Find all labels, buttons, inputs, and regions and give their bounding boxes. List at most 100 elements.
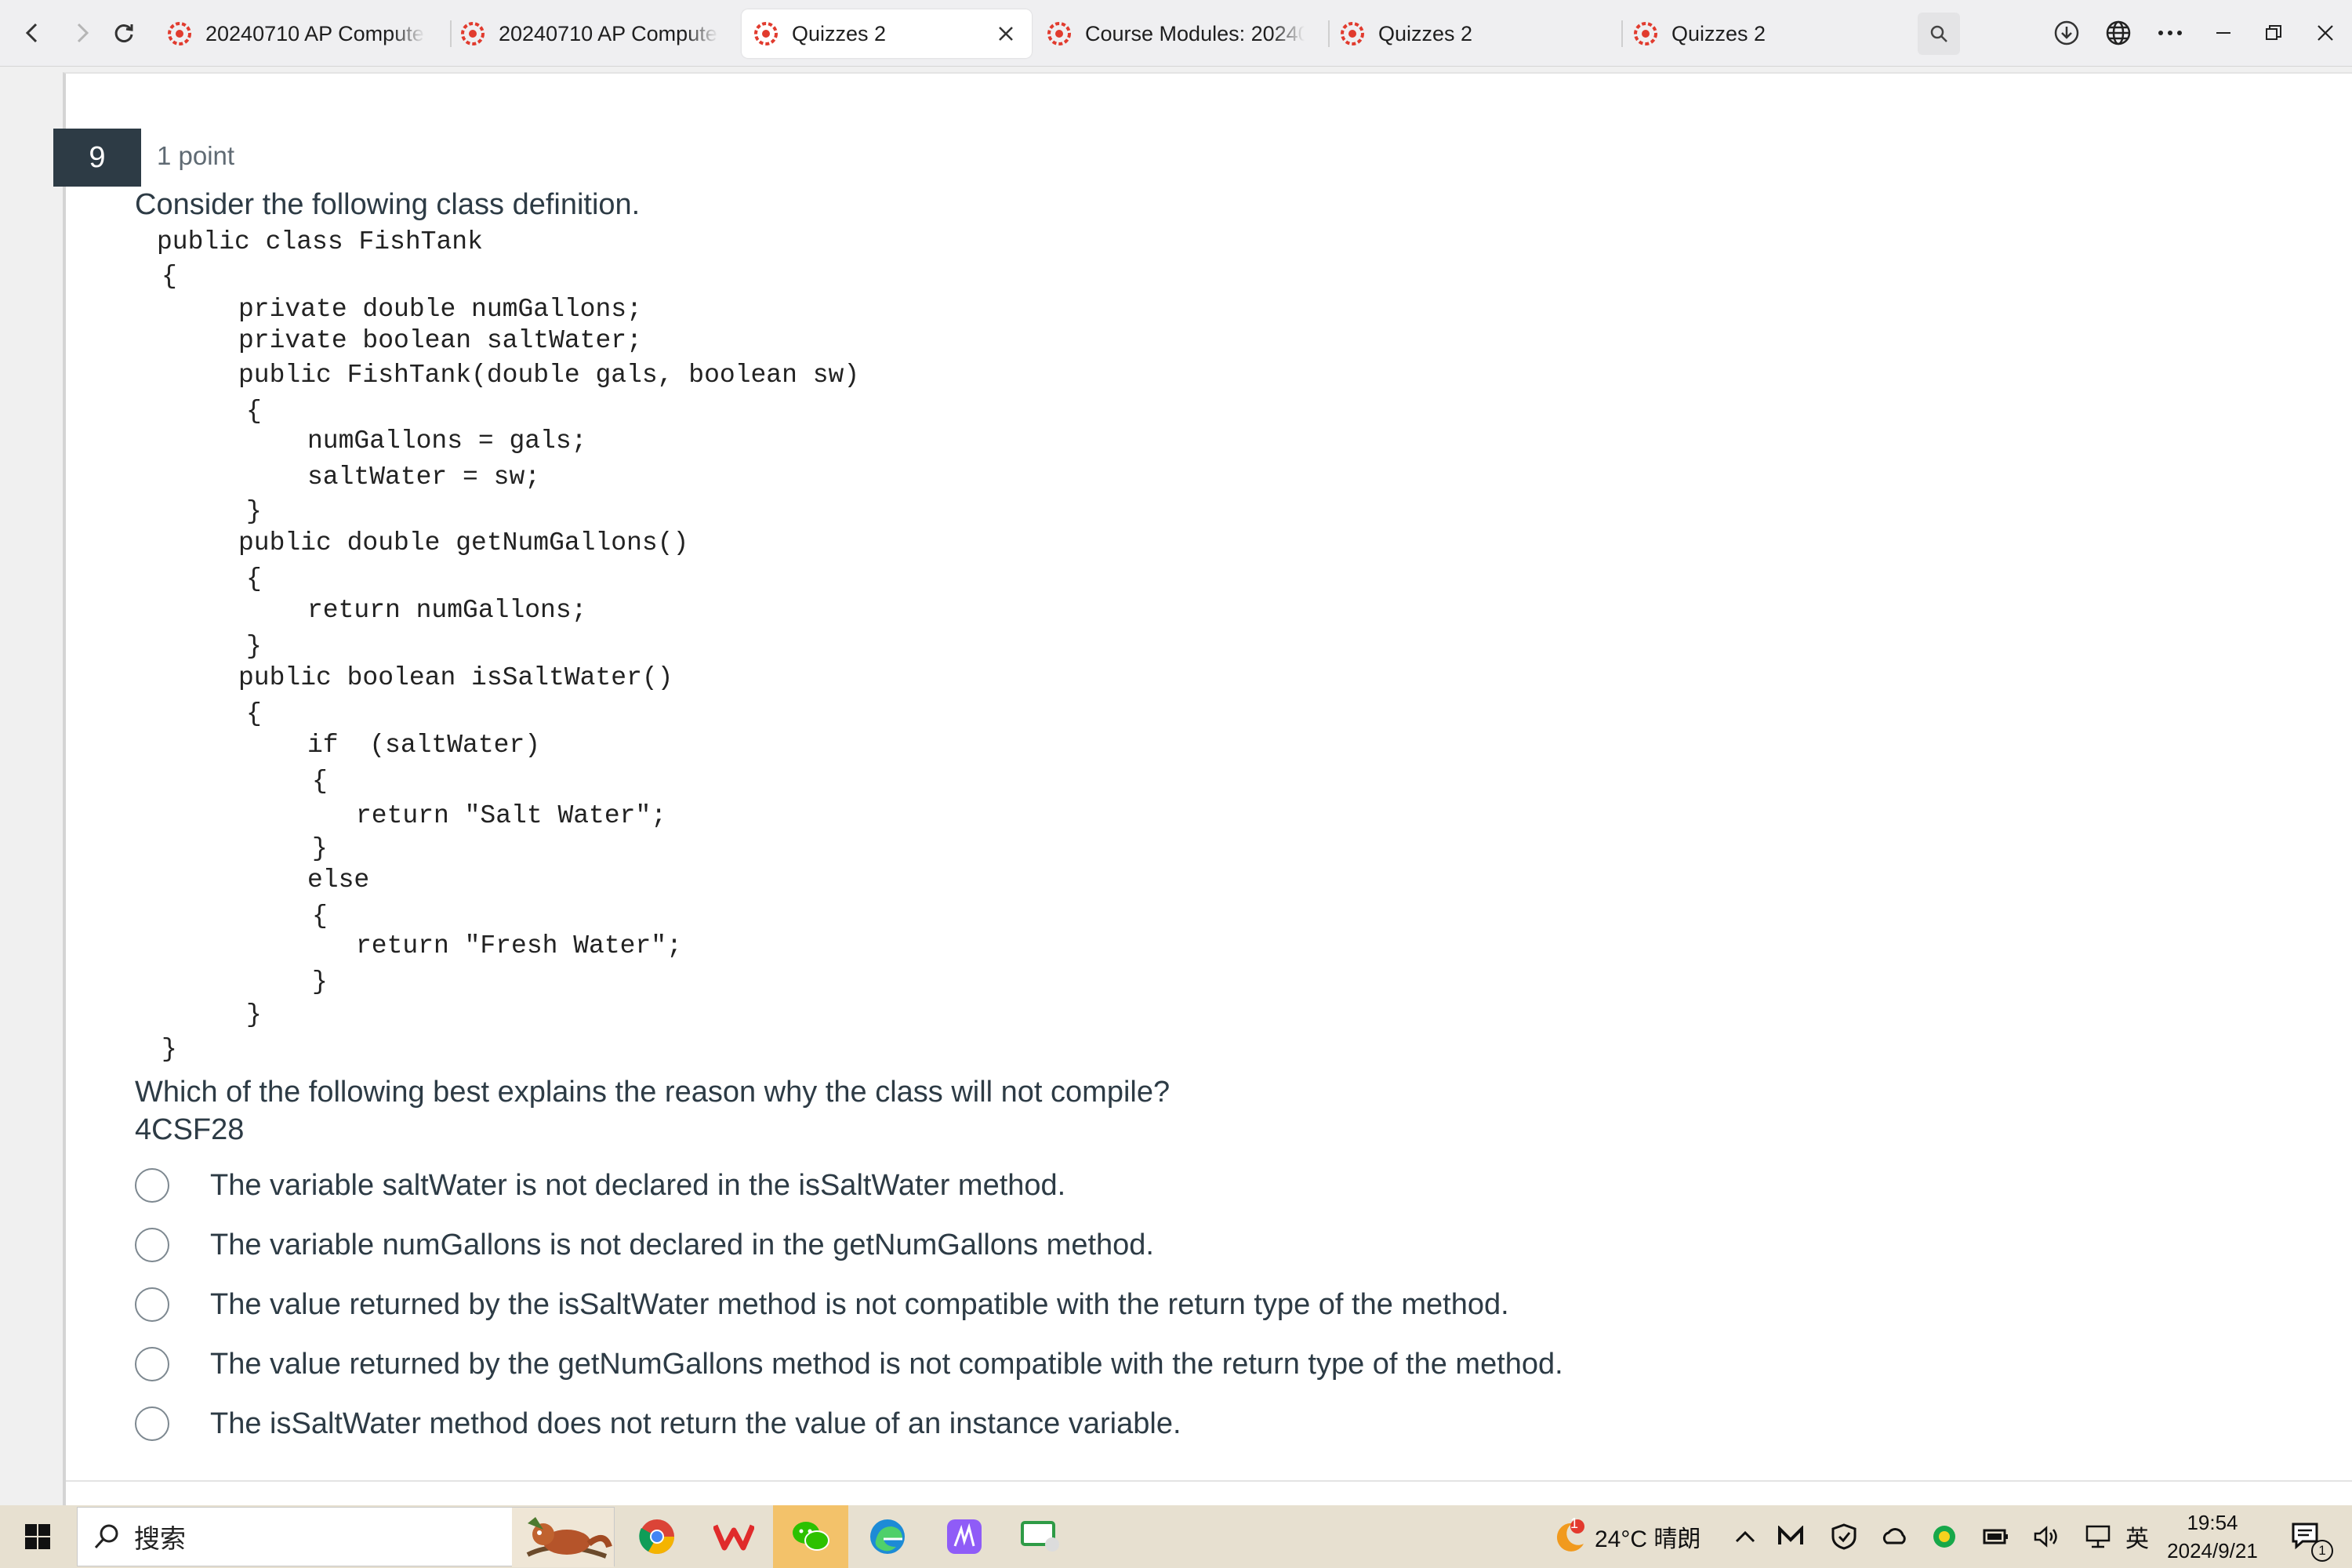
taskbar-app-design[interactable] — [927, 1505, 1002, 1568]
code-line: { — [312, 902, 328, 931]
tab-title: Course Modules: 20240710 — [1085, 21, 1305, 45]
answer-option[interactable]: The value returned by the getNumGallons … — [135, 1341, 1563, 1388]
answer-option[interactable]: The variable numGallons is not declared … — [135, 1221, 1154, 1269]
notification-center[interactable]: 1 — [2285, 1505, 2333, 1568]
code-line: { — [246, 699, 262, 728]
tray-volume[interactable] — [2031, 1505, 2062, 1568]
download-icon — [2054, 20, 2079, 45]
tray-green-app[interactable] — [1929, 1505, 1960, 1568]
edge-icon — [870, 1519, 905, 1554]
answer-option[interactable]: The isSaltWater method does not return t… — [135, 1400, 1181, 1447]
taskbar-search[interactable]: 搜索 — [77, 1507, 615, 1567]
tab-quizzes-2-active[interactable]: Quizzes 2 — [742, 9, 1032, 58]
design-app-icon — [947, 1519, 982, 1554]
tab-quizzes-2b[interactable]: Quizzes 2 — [1328, 9, 1615, 58]
canvas-logo-icon — [168, 22, 191, 45]
restore-icon — [2266, 25, 2281, 40]
answer-option-label[interactable]: The variable saltWater is not declared i… — [210, 1169, 1065, 1203]
tab-search-button[interactable] — [1918, 13, 1960, 55]
tab-quizzes-2c[interactable]: Quizzes 2 — [1621, 9, 1908, 58]
tray-network-app[interactable] — [1878, 1505, 1910, 1568]
back-button[interactable] — [11, 11, 55, 55]
code-line: saltWater = sw; — [307, 463, 541, 492]
code-line: return numGallons; — [307, 596, 587, 625]
taskbar-app-wechat[interactable] — [773, 1505, 848, 1568]
browser-toolbar: 20240710 AP Computer Science A 20240710 … — [0, 0, 2352, 67]
search-icon — [1930, 25, 1947, 42]
answer-option-label[interactable]: The variable numGallons is not declared … — [210, 1229, 1154, 1262]
ime-indicator[interactable]: 英 — [2122, 1505, 2153, 1568]
question-points: 1 point — [157, 141, 235, 170]
weather-text[interactable]: 24°C 晴朗 — [1595, 1505, 1712, 1568]
language-button[interactable] — [2096, 11, 2140, 55]
code-line: public double getNumGallons() — [238, 528, 689, 557]
close-window-button[interactable] — [2303, 11, 2347, 55]
tab-title: Quizzes 2 — [1378, 21, 1473, 45]
code-line: public class FishTank — [157, 227, 483, 256]
tray-green-circle-icon — [1933, 1526, 1955, 1548]
minimize-icon — [2216, 32, 2230, 34]
tab-title: 20240710 AP Computer Science A — [205, 21, 425, 45]
tab-course-modules[interactable]: Course Modules: 20240710 — [1035, 9, 1322, 58]
answer-option-label[interactable]: The isSaltWater method does not return t… — [210, 1407, 1181, 1441]
taskbar-app-wps[interactable] — [696, 1505, 771, 1568]
globe-icon — [2106, 20, 2131, 45]
answer-option[interactable]: The variable saltWater is not declared i… — [135, 1162, 1065, 1209]
tray-m-icon — [1778, 1526, 1803, 1544]
taskbar-app-chrome[interactable] — [619, 1505, 695, 1568]
close-icon — [2318, 25, 2333, 41]
code-line: } — [246, 632, 262, 661]
restore-button[interactable] — [2252, 11, 2296, 55]
network-icon — [2085, 1525, 2111, 1548]
weather-widget-icon-wrap[interactable]: 1 — [1541, 1505, 1596, 1568]
chevron-up-icon — [1735, 1530, 1755, 1543]
shield-icon — [1831, 1523, 1857, 1550]
code-line: numGallons = gals; — [307, 426, 587, 456]
code-line: { — [162, 262, 177, 291]
radio-button[interactable] — [135, 1168, 169, 1203]
clock-date: 2024/9/21 — [2167, 1539, 2258, 1563]
answer-option-label[interactable]: The value returned by the isSaltWater me… — [210, 1288, 1509, 1322]
tray-overflow-button[interactable] — [1730, 1505, 1761, 1568]
code-line: } — [246, 497, 262, 526]
refresh-button[interactable] — [102, 11, 146, 55]
more-icon — [2158, 31, 2182, 35]
radio-button[interactable] — [135, 1347, 169, 1381]
taskbar-app-remote[interactable] — [1004, 1505, 1079, 1568]
downloads-button[interactable] — [2045, 11, 2089, 55]
tab-title: Quizzes 2 — [792, 21, 887, 45]
code-line: { — [246, 564, 262, 593]
refresh-icon — [114, 24, 133, 42]
tab-title: Quizzes 2 — [1671, 21, 1766, 45]
radio-button[interactable] — [135, 1228, 169, 1262]
answer-option-label[interactable]: The value returned by the getNumGallons … — [210, 1348, 1563, 1381]
remote-app-icon — [1021, 1521, 1059, 1552]
tray-security[interactable] — [1828, 1505, 1860, 1568]
red-panda-illustration-icon — [512, 1508, 614, 1567]
start-button[interactable] — [0, 1505, 75, 1568]
search-icon — [94, 1524, 118, 1549]
radio-button[interactable] — [135, 1287, 169, 1322]
tray-cloud-icon — [1882, 1528, 1906, 1544]
close-icon — [999, 27, 1013, 41]
canvas-logo-icon — [1634, 22, 1657, 45]
clock[interactable]: 19:54 2024/9/21 — [2158, 1505, 2267, 1568]
question-code-id: 4CSF28 — [135, 1113, 245, 1146]
taskbar-app-edge[interactable] — [850, 1505, 925, 1568]
code-line: else — [307, 866, 370, 895]
tray-network[interactable] — [2082, 1505, 2114, 1568]
tray-app-1[interactable] — [1775, 1505, 1806, 1568]
minimize-button[interactable] — [2201, 11, 2245, 55]
wps-icon — [713, 1524, 754, 1551]
tab-ap-computer-1[interactable]: 20240710 AP Computer Science A — [155, 9, 442, 58]
weather-badge: 1 — [1570, 1515, 1579, 1531]
forward-arrow-icon — [77, 23, 89, 43]
tab-close-button[interactable] — [991, 19, 1021, 49]
more-menu-button[interactable] — [2148, 11, 2192, 55]
tray-battery[interactable] — [1980, 1505, 2012, 1568]
radio-button[interactable] — [135, 1406, 169, 1441]
tab-ap-computer-2[interactable]: 20240710 AP Computer Science A — [448, 9, 735, 58]
forward-button[interactable] — [60, 11, 103, 55]
answer-option[interactable]: The value returned by the isSaltWater me… — [135, 1281, 1509, 1328]
code-line: private double numGallons; — [238, 295, 642, 324]
